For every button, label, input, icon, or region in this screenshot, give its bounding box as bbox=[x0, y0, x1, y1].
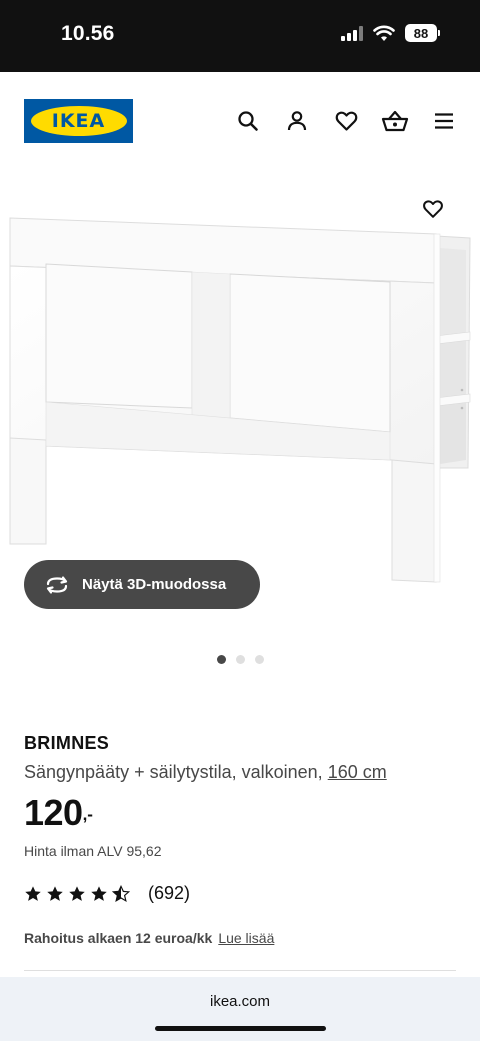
star-full-icon bbox=[25, 885, 41, 901]
home-indicator[interactable] bbox=[155, 1026, 326, 1031]
view-3d-label: Näytä 3D-muodossa bbox=[82, 576, 227, 593]
favourites-icon[interactable] bbox=[331, 106, 361, 136]
cellular-signal-icon bbox=[341, 25, 363, 41]
product-rating[interactable]: (692) bbox=[24, 883, 190, 904]
star-full-icon bbox=[91, 885, 107, 901]
add-to-favourites-button[interactable] bbox=[418, 194, 448, 224]
search-icon[interactable] bbox=[233, 106, 263, 136]
financing-text: Rahoitus alkaen 12 euroa/kk bbox=[24, 930, 213, 946]
wifi-icon bbox=[373, 25, 395, 41]
status-time: 10.56 bbox=[61, 22, 115, 45]
star-full-icon bbox=[47, 885, 63, 901]
star-full-icon bbox=[69, 885, 85, 901]
gallery-dot-3[interactable] bbox=[254, 655, 264, 664]
product-description: Sängynpääty + säilytystila, valkoinen, 1… bbox=[24, 762, 387, 783]
gallery-dot-2[interactable] bbox=[235, 655, 245, 664]
product-price: 120 ,- bbox=[24, 795, 93, 831]
rating-count: (692) bbox=[148, 883, 191, 903]
read-more-link[interactable]: Lue lisää bbox=[218, 930, 274, 946]
size-link[interactable]: 160 cm bbox=[328, 762, 387, 782]
browser-address-bar[interactable]: ikea.com bbox=[0, 977, 480, 1041]
financing-info: Rahoitus alkaen 12 euroa/kk Lue lisää bbox=[24, 930, 274, 946]
price-without-vat: Hinta ilman ALV 95,62 bbox=[24, 843, 162, 859]
battery-icon: 88 bbox=[405, 24, 440, 42]
product-gallery[interactable]: Näytä 3D-muodossa bbox=[0, 168, 480, 688]
rotate-3d-icon bbox=[46, 575, 68, 594]
status-icons: 88 bbox=[341, 24, 440, 42]
section-divider bbox=[24, 970, 456, 971]
product-description-text: Sängynpääty + säilytystila, valkoinen, bbox=[24, 762, 323, 782]
status-bar: 10.56 88 bbox=[0, 0, 480, 72]
product-image[interactable] bbox=[0, 168, 480, 598]
price-integer: 120 bbox=[24, 792, 83, 833]
cart-icon[interactable] bbox=[380, 106, 410, 136]
product-name: BRIMNES bbox=[24, 733, 110, 753]
gallery-pagination bbox=[0, 655, 480, 664]
url-text[interactable]: ikea.com bbox=[0, 993, 480, 1010]
price-decimal: ,- bbox=[82, 805, 93, 824]
battery-level: 88 bbox=[405, 24, 437, 42]
header-icons bbox=[0, 106, 480, 136]
menu-icon[interactable] bbox=[429, 106, 459, 136]
star-half-icon bbox=[112, 884, 130, 902]
view-3d-button[interactable]: Näytä 3D-muodossa bbox=[24, 560, 260, 609]
gallery-dot-1[interactable] bbox=[216, 655, 226, 664]
heart-icon bbox=[423, 200, 443, 218]
site-header: IKEA bbox=[0, 72, 480, 168]
profile-icon[interactable] bbox=[282, 106, 312, 136]
